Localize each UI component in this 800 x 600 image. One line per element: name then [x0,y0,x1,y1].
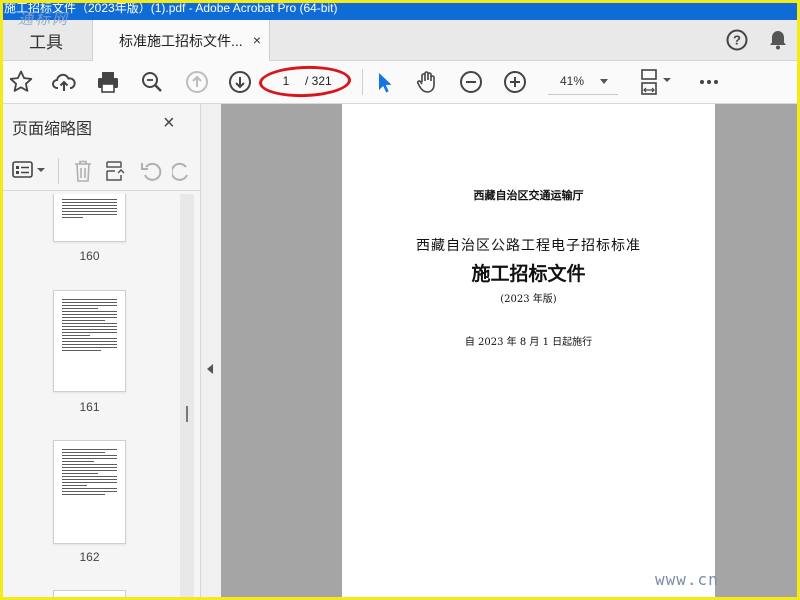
zoom-search-icon[interactable] [138,68,166,96]
help-icon[interactable]: ? [726,29,748,51]
chevron-down-icon [600,79,608,84]
thumbnail-page-label: 162 [79,550,100,564]
rotate-clockwise-icon[interactable] [172,160,190,182]
panel-divider [58,158,59,184]
page-thumbnails-panel: 页面缩略图 × 160 161 162 [0,104,201,600]
toolbar-divider [362,69,363,95]
more-icon[interactable] [695,68,723,96]
thumbnail-page-label: 161 [79,400,100,414]
trash-icon[interactable] [72,159,94,183]
zoom-level-select[interactable]: 41% [548,70,618,95]
thumbnail-page[interactable] [53,440,126,544]
svg-text:?: ? [733,33,741,48]
standard-name: 西藏自治区公路工程电子招标标准 [416,238,641,254]
rotate-counterclockwise-icon[interactable] [140,160,164,182]
select-cursor-icon[interactable] [370,68,398,96]
previous-page-icon[interactable] [183,68,211,96]
thumbnail-options-icon[interactable] [12,160,48,182]
thumbnail-page-label: 160 [79,249,100,263]
tab-close-button[interactable]: × [253,32,261,48]
document-edition: (2023 年版) [500,294,557,305]
zoom-level-value: 41% [560,74,585,88]
site-logo-watermark: 通标网 [18,10,70,28]
thumbnail-list: 160 161 162 [0,194,180,600]
panel-close-button[interactable]: × [163,112,175,135]
collapse-panel-icon[interactable] [207,364,213,374]
page-display-icon[interactable] [638,68,674,96]
tab-bar: 工具 标准施工招标文件... × [0,20,800,61]
window-title: 施工招标文件（2023年版）(1).pdf - Adobe Acrobat Pr… [0,0,800,20]
pdf-page: 西藏自治区交通运输厅 西藏自治区公路工程电子招标标准 施工招标文件 (2023 … [342,104,715,600]
print-icon[interactable] [94,68,122,96]
bell-icon[interactable] [766,28,790,52]
main-toolbar: 1 / 321 41% [0,61,800,104]
thumbnail-page[interactable] [53,590,126,600]
hand-icon[interactable] [413,68,441,96]
effective-date: 自 2023 年 8 月 1 日起施行 [464,337,593,348]
zoom-out-icon[interactable] [457,68,485,96]
insert-page-icon[interactable] [104,159,128,183]
next-page-icon[interactable] [226,68,254,96]
thumbnail-page[interactable] [53,290,126,392]
tab-document[interactable]: 标准施工招标文件... × [92,20,270,61]
star-icon[interactable] [7,68,35,96]
site-url-watermark: www.cn [655,570,719,589]
panel-toolbar [0,152,200,191]
zoom-in-icon[interactable] [501,68,529,96]
upload-icon[interactable] [50,68,78,96]
thumbnail-scrollbar[interactable] [180,194,194,600]
tab-document-label: 标准施工招标文件... [119,32,243,49]
issuing-authority: 西藏自治区交通运输厅 [473,189,584,202]
document-title: 施工招标文件 [471,263,586,285]
thumbnail-page[interactable] [53,194,126,242]
panel-title: 页面缩略图 [12,121,93,138]
scrollbar-grip[interactable] [186,406,188,422]
